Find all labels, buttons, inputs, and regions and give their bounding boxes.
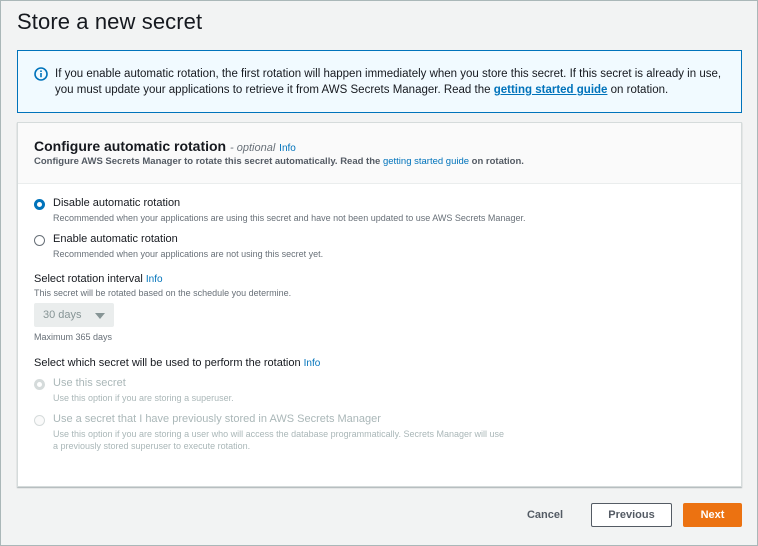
page-title: Store a new secret — [17, 9, 203, 34]
radio-description-line-2: a previously stored superuser to execute… — [53, 441, 251, 451]
rotation-interval-description: This secret will be rotated based on the… — [34, 288, 292, 298]
rotation-secret-label: Select which secret will be used to perf… — [34, 357, 320, 369]
radio-button[interactable] — [34, 235, 45, 246]
panel-title: Configure automatic rotation - optional … — [34, 138, 296, 154]
panel-description: Configure AWS Secrets Manager to rotate … — [34, 156, 524, 167]
radio-label: Use this secret — [53, 377, 126, 389]
radio-button-selected[interactable] — [34, 199, 45, 210]
secret-label-text: Select which secret will be used to perf… — [34, 357, 301, 369]
secret-info-link[interactable]: Info — [304, 358, 321, 369]
select-value: 30 days — [43, 309, 82, 321]
interval-info-link[interactable]: Info — [146, 274, 163, 285]
info-circle-icon — [34, 67, 48, 81]
rotation-interval-select: 30 days — [34, 303, 114, 327]
previous-button[interactable]: Previous — [591, 503, 672, 527]
radio-label: Use a secret that I have previously stor… — [53, 413, 381, 425]
alert-text-after: on rotation. — [607, 84, 669, 96]
radio-description: Recommended when your applications are n… — [53, 249, 324, 259]
panel-title-text: Configure automatic rotation — [34, 138, 227, 154]
interval-label-text: Select rotation interval — [34, 273, 143, 285]
interval-constraint-text: Maximum 365 days — [34, 332, 113, 342]
panel-info-link[interactable]: Info — [279, 143, 296, 154]
optional-label: - optional — [230, 142, 276, 154]
caret-down-icon — [95, 313, 105, 319]
rotation-panel: Configure automatic rotation - optional … — [17, 122, 742, 487]
cancel-button[interactable]: Cancel — [517, 505, 573, 525]
radio-button-disabled-selected — [34, 379, 45, 390]
panel-header: Configure automatic rotation - optional … — [18, 123, 741, 184]
page-frame: Store a new secret If you enable automat… — [0, 0, 758, 546]
rotation-interval-label: Select rotation interval Info — [34, 273, 163, 285]
alert-text: If you enable automatic rotation, the fi… — [55, 66, 730, 98]
radio-label[interactable]: Disable automatic rotation — [53, 197, 180, 209]
radio-label[interactable]: Enable automatic rotation — [53, 233, 178, 245]
panel-desc-after: on rotation. — [469, 156, 524, 167]
panel-desc-before: Configure AWS Secrets Manager to rotate … — [34, 156, 383, 167]
radio-button-disabled — [34, 415, 45, 426]
radio-description: Recommended when your applications are u… — [53, 213, 526, 223]
radio-description-line-1: Use this option if you are storing a use… — [53, 429, 505, 439]
radio-description: Use this option if you are storing a sup… — [53, 393, 234, 403]
info-alert: If you enable automatic rotation, the fi… — [17, 50, 742, 113]
getting-started-guide-link[interactable]: getting started guide — [494, 84, 608, 96]
next-button[interactable]: Next — [683, 503, 742, 527]
panel-getting-started-link[interactable]: getting started guide — [383, 156, 469, 167]
